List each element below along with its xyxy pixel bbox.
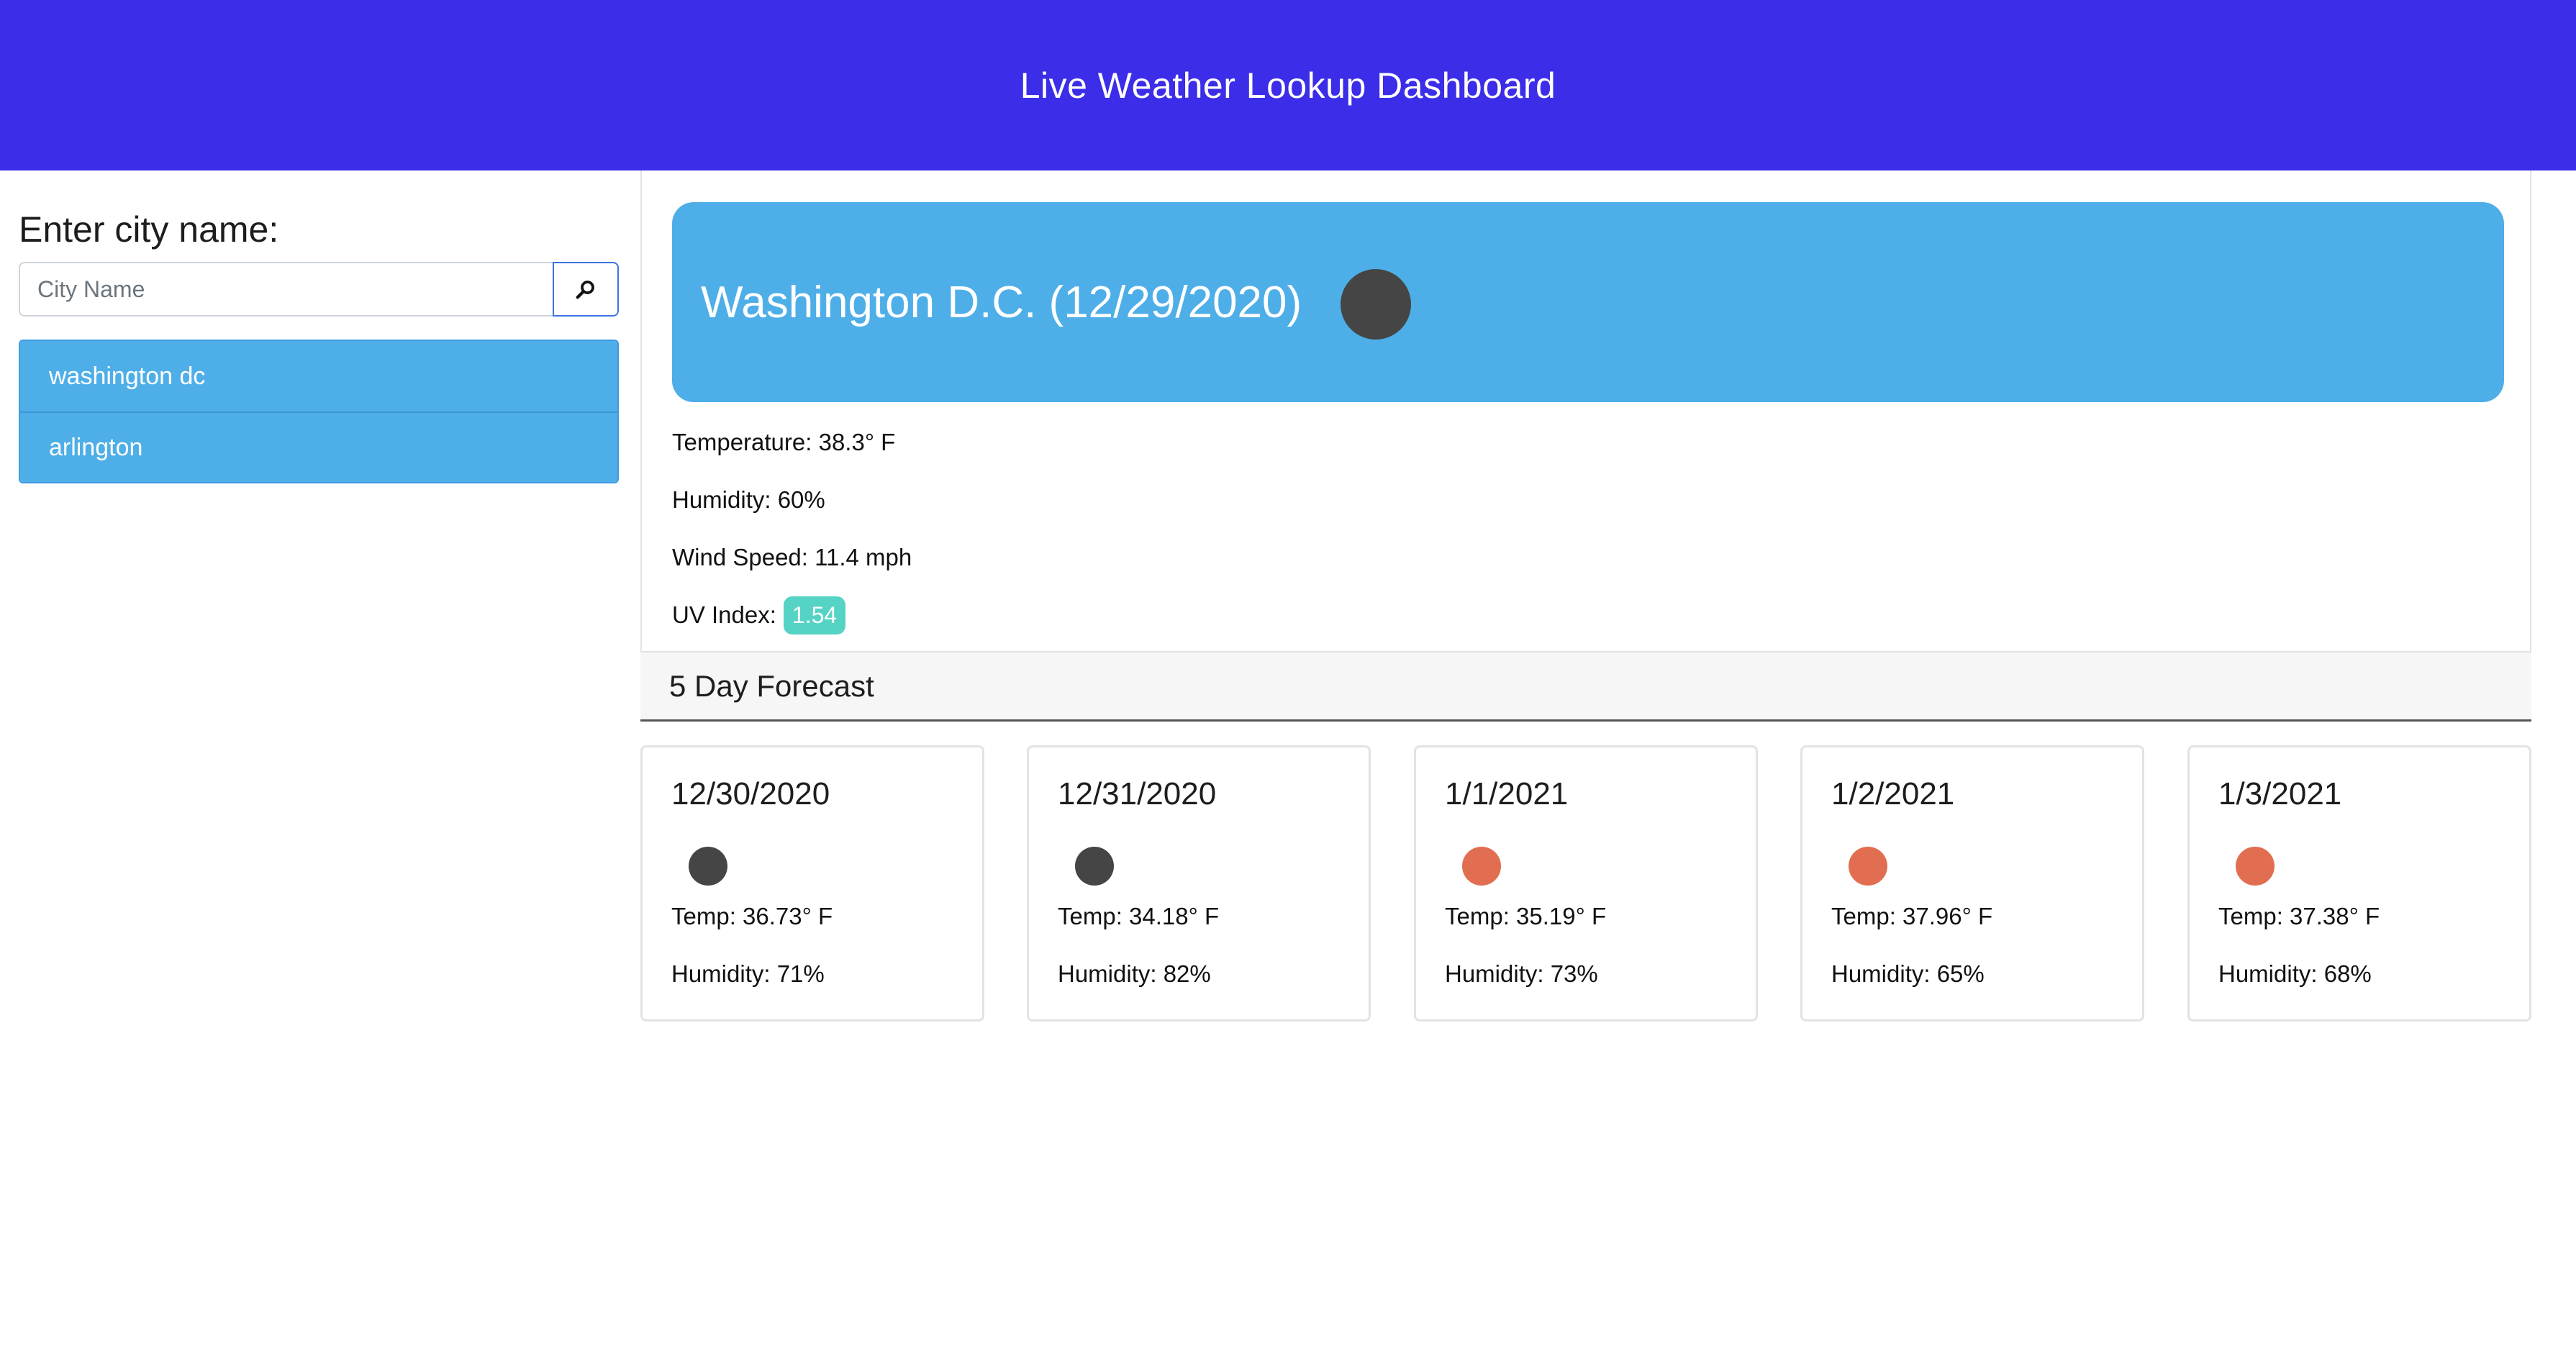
weather-icon xyxy=(1462,847,1501,886)
forecast-card: 12/31/2020 Temp: 34.18° F Humidity: 82% xyxy=(1027,745,1371,1022)
weather-icon xyxy=(1849,847,1887,886)
search-sidebar: Enter city name: washington dc arlington xyxy=(19,209,619,483)
forecast-temp: Temp: 36.73° F xyxy=(671,903,833,929)
weather-icon xyxy=(689,847,727,886)
forecast-title: 5 Day Forecast xyxy=(669,668,874,703)
current-weather-card: Washington D.C. (12/29/2020) Temperature… xyxy=(640,170,2531,652)
forecast-humidity: Humidity: 68% xyxy=(2218,960,2372,987)
forecast-card: 1/3/2021 Temp: 37.38° F Humidity: 68% xyxy=(2187,745,2531,1022)
forecast-temp: Temp: 35.19° F xyxy=(1445,903,1607,929)
weather-icon xyxy=(2236,847,2275,886)
forecast-date: 12/30/2020 xyxy=(671,776,830,811)
forecast-card: 1/2/2021 Temp: 37.96° F Humidity: 65% xyxy=(1800,745,2144,1022)
forecast-date: 1/1/2021 xyxy=(1445,776,1569,811)
current-wind-speed: Wind Speed: 11.4 mph xyxy=(672,544,912,570)
current-uv-index: UV Index: 1.54 xyxy=(672,586,912,644)
uv-index-badge: 1.54 xyxy=(783,596,846,634)
search-history-list: washington dc arlington xyxy=(19,340,619,483)
search-button[interactable] xyxy=(553,262,619,317)
app-header: Live Weather Lookup Dashboard xyxy=(0,0,2576,170)
weather-icon xyxy=(1075,847,1114,886)
history-item-arlington[interactable]: arlington xyxy=(20,411,617,482)
forecast-row: 12/30/2020 Temp: 36.73° F Humidity: 71% … xyxy=(640,745,2531,1022)
forecast-date: 1/3/2021 xyxy=(2218,776,2342,811)
current-temperature: Temperature: 38.3° F xyxy=(672,429,896,455)
history-item-washington-dc[interactable]: washington dc xyxy=(20,341,617,411)
current-weather-banner: Washington D.C. (12/29/2020) xyxy=(672,202,2504,402)
city-search-input[interactable] xyxy=(19,262,553,317)
forecast-date: 12/31/2020 xyxy=(1058,776,1217,811)
forecast-temp: Temp: 34.18° F xyxy=(1058,903,1220,929)
search-heading: Enter city name: xyxy=(19,209,279,250)
page-title: Live Weather Lookup Dashboard xyxy=(1020,65,1556,106)
forecast-date: 1/2/2021 xyxy=(1831,776,1955,811)
forecast-temp: Temp: 37.38° F xyxy=(2218,903,2380,929)
uv-index-label: UV Index: xyxy=(672,601,776,628)
forecast-header: 5 Day Forecast xyxy=(640,652,2531,722)
search-icon xyxy=(576,281,594,299)
current-weather-stats: Temperature: 38.3° F Humidity: 60% Wind … xyxy=(672,414,912,644)
weather-icon xyxy=(1341,269,1412,340)
forecast-card: 1/1/2021 Temp: 35.19° F Humidity: 73% xyxy=(1414,745,1758,1022)
current-city-title: Washington D.C. (12/29/2020) xyxy=(701,277,1302,327)
forecast-humidity: Humidity: 73% xyxy=(1445,960,1598,987)
forecast-humidity: Humidity: 71% xyxy=(671,960,825,987)
search-form xyxy=(19,262,619,317)
forecast-temp: Temp: 37.96° F xyxy=(1831,903,1993,929)
forecast-card: 12/30/2020 Temp: 36.73° F Humidity: 71% xyxy=(640,745,984,1022)
current-humidity: Humidity: 60% xyxy=(672,486,825,513)
forecast-humidity: Humidity: 82% xyxy=(1058,960,1211,987)
forecast-humidity: Humidity: 65% xyxy=(1831,960,1985,987)
